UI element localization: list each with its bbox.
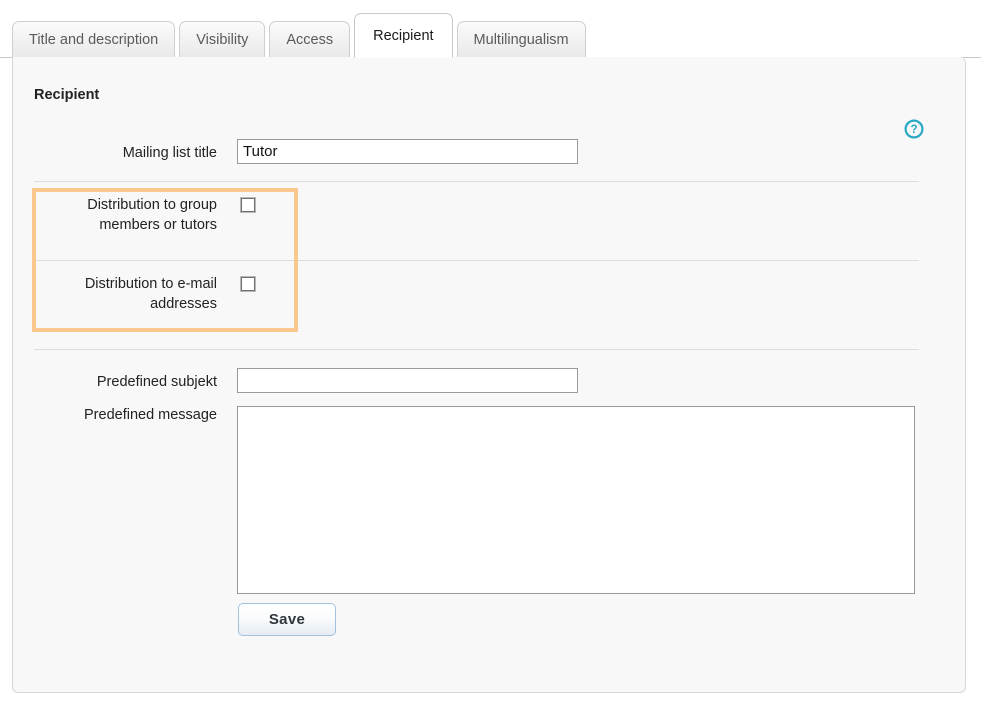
tab-label: Recipient	[373, 28, 433, 44]
divider-top	[34, 181, 919, 182]
tab-visibility[interactable]: Visibility	[179, 21, 265, 58]
predefined-message-label: Predefined message	[33, 405, 217, 425]
tab-list: Title and description Visibility Access …	[12, 12, 590, 58]
mailing-list-title-label: Mailing list title	[33, 143, 217, 163]
tab-label: Access	[286, 32, 333, 48]
application-screen: Title and description Visibility Access …	[0, 0, 981, 713]
divider-middle	[34, 260, 919, 261]
tab-recipient[interactable]: Recipient	[354, 13, 452, 58]
tab-label: Visibility	[196, 32, 248, 48]
predefined-message-textarea[interactable]	[237, 406, 915, 594]
distribution-group-checkbox[interactable]	[241, 198, 255, 212]
tab-title-and-description[interactable]: Title and description	[12, 21, 175, 58]
predefined-subject-label: Predefined subjekt	[33, 372, 217, 392]
divider-bottom	[34, 349, 919, 350]
distribution-email-label: Distribution to e-mail addresses	[33, 274, 217, 314]
mailing-list-title-input[interactable]	[237, 139, 578, 164]
save-button[interactable]: Save	[238, 603, 336, 636]
help-circle-icon[interactable]: ?	[904, 119, 924, 139]
tab-multilingualism[interactable]: Multilingualism	[457, 21, 586, 58]
predefined-subject-input[interactable]	[237, 368, 578, 393]
tab-label: Title and description	[29, 32, 158, 48]
page-title: Recipient	[34, 87, 99, 103]
distribution-email-checkbox[interactable]	[241, 277, 255, 291]
tab-access[interactable]: Access	[269, 21, 350, 58]
tab-bar: Title and description Visibility Access …	[0, 0, 981, 58]
distribution-group-label: Distribution to group members or tutors	[33, 195, 217, 235]
tab-label: Multilingualism	[474, 32, 569, 48]
svg-text:?: ?	[910, 124, 917, 136]
recipient-panel: Recipient ? Mailing list title Distribut…	[12, 57, 966, 693]
